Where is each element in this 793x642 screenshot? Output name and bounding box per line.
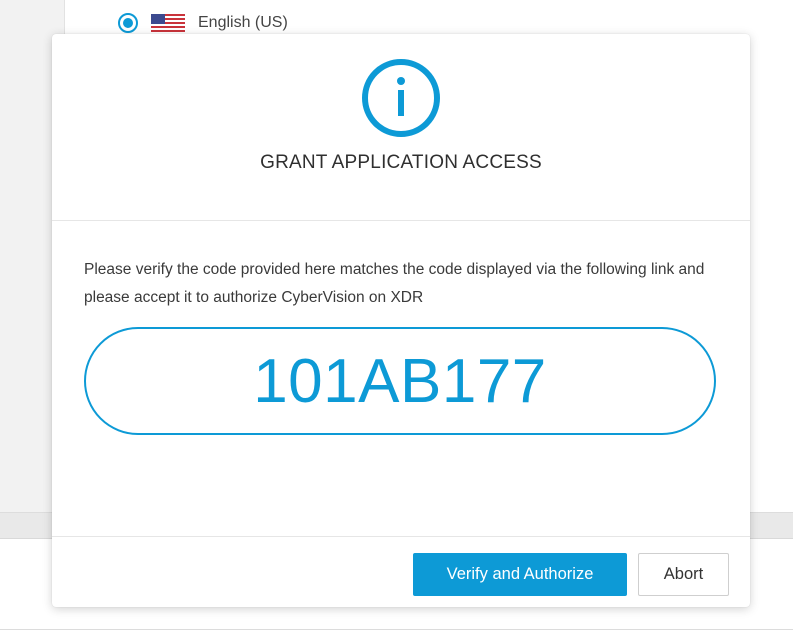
dialog-header: GRANT APPLICATION ACCESS [52,34,750,221]
dialog-message: Please verify the code provided here mat… [84,261,705,306]
verification-code: 101AB177 [253,346,547,416]
background-divider [0,629,793,630]
us-flag-icon [151,14,185,32]
language-option-english-us[interactable]: English (US) [118,10,288,36]
language-label: English (US) [198,14,288,31]
info-circle-icon [362,59,440,137]
radio-selected-dot [123,18,133,28]
dialog-title: GRANT APPLICATION ACCESS [260,152,542,173]
dialog-footer: Verify and Authorize Abort [52,536,750,608]
verify-and-authorize-button[interactable]: Verify and Authorize [413,553,627,596]
grant-access-dialog: GRANT APPLICATION ACCESS Please verify t… [52,34,750,607]
abort-button[interactable]: Abort [638,553,729,596]
verification-code-box: 101AB177 [84,327,716,435]
language-radio[interactable] [118,13,138,33]
